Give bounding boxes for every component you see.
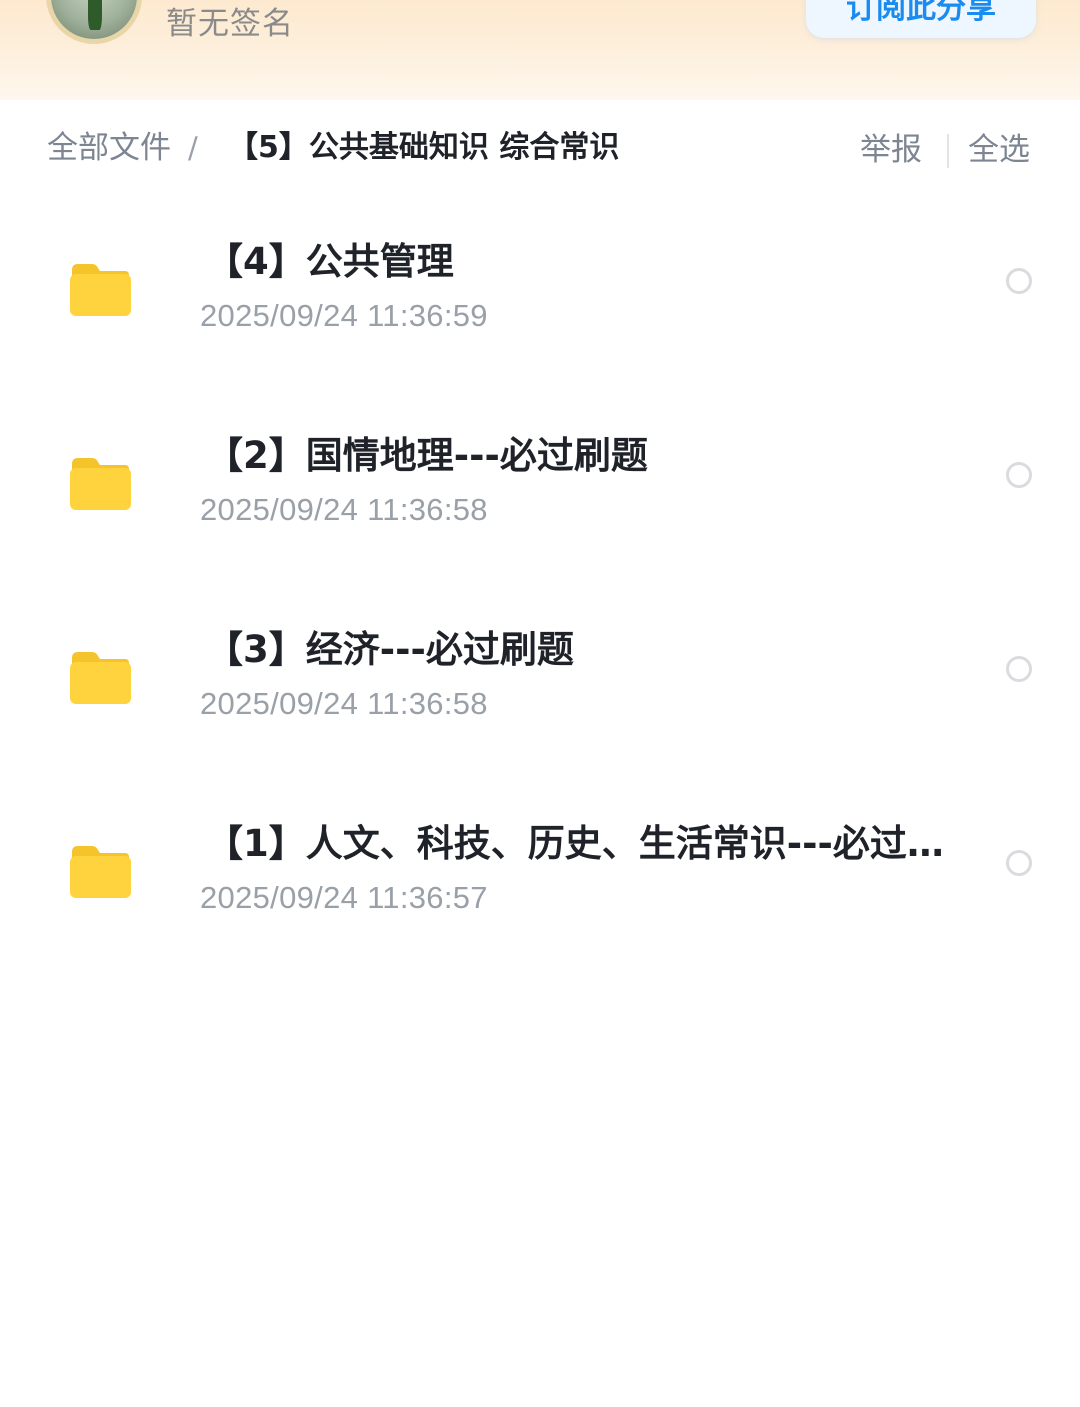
- file-list: 【4】公共管理 2025/09/24 11:36:59 【2】国情地理---必过…: [0, 194, 1080, 970]
- radio-unchecked-icon[interactable]: [1006, 656, 1032, 682]
- breadcrumb-separator: /: [188, 131, 198, 165]
- file-name: 【2】国情地理---必过刷题: [206, 434, 648, 477]
- folder-icon: [70, 262, 131, 316]
- breadcrumb-current-folder: 【5】公共基础知识 综合常识: [228, 130, 620, 165]
- report-button[interactable]: 举报: [860, 128, 922, 172]
- breadcrumb: 全部文件 / 【5】公共基础知识 综合常识 举报 全选: [0, 118, 1080, 178]
- file-name: 【4】公共管理: [206, 240, 454, 283]
- file-name: 【1】人文、科技、历史、生活常识---必过刷题: [206, 822, 946, 865]
- avatar[interactable]: [46, 0, 142, 44]
- select-all-button[interactable]: 全选: [968, 128, 1030, 172]
- file-list-item[interactable]: 【4】公共管理 2025/09/24 11:36:59: [0, 194, 1080, 388]
- file-name: 【3】经济---必过刷题: [206, 628, 574, 671]
- file-date: 2025/09/24 11:36:58: [200, 492, 488, 527]
- folder-icon: [70, 844, 131, 898]
- breadcrumb-root-link[interactable]: 全部文件: [47, 126, 171, 170]
- avatar-bottle-shape: [87, 0, 102, 31]
- radio-unchecked-icon[interactable]: [1006, 462, 1032, 488]
- radio-unchecked-icon[interactable]: [1006, 850, 1032, 876]
- folder-icon: [70, 456, 131, 510]
- file-list-item[interactable]: 【1】人文、科技、历史、生活常识---必过刷题 2025/09/24 11:36…: [0, 776, 1080, 970]
- avatar-image: [51, 0, 137, 39]
- share-folder-page: 暂无签名 订阅此分享 全部文件 / 【5】公共基础知识 综合常识 举报 全选 【…: [0, 0, 1080, 1407]
- action-divider: [947, 134, 949, 168]
- folder-icon: [70, 650, 131, 704]
- file-list-item[interactable]: 【2】国情地理---必过刷题 2025/09/24 11:36:58: [0, 388, 1080, 582]
- file-date: 2025/09/24 11:36:57: [200, 880, 488, 915]
- file-date: 2025/09/24 11:36:59: [200, 298, 488, 333]
- subscribe-share-button[interactable]: 订阅此分享: [806, 0, 1036, 38]
- radio-unchecked-icon[interactable]: [1006, 268, 1032, 294]
- subscribe-share-label: 订阅此分享: [846, 0, 996, 26]
- file-date: 2025/09/24 11:36:58: [200, 686, 488, 721]
- share-header: 暂无签名 订阅此分享: [0, 0, 1080, 100]
- file-list-item[interactable]: 【3】经济---必过刷题 2025/09/24 11:36:58: [0, 582, 1080, 776]
- user-signature: 暂无签名: [166, 6, 294, 42]
